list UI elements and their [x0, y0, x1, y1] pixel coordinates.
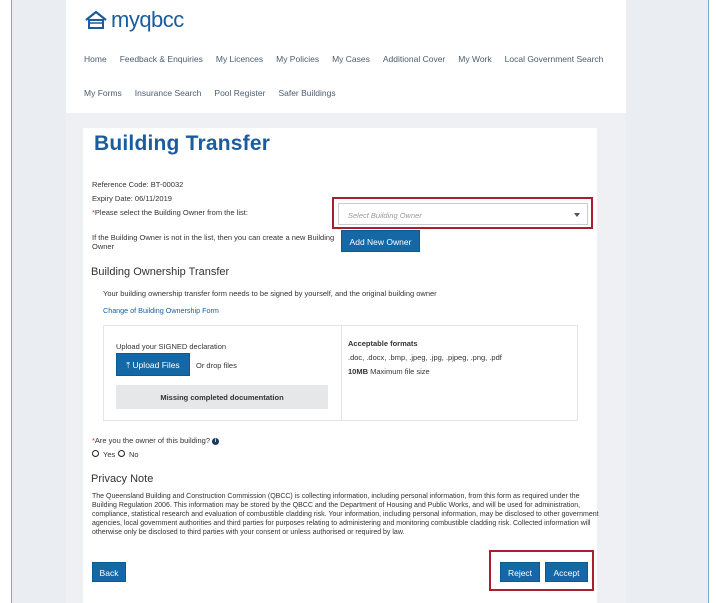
upload-files-button[interactable]: ⤒ Upload Files: [116, 353, 190, 376]
nav-my-licences[interactable]: My Licences: [216, 54, 263, 64]
formats-heading: Acceptable formats: [348, 339, 418, 348]
not-in-list-text-2: Owner: [92, 242, 115, 251]
owner-no-label[interactable]: No: [129, 450, 139, 459]
nav-home[interactable]: Home: [84, 54, 107, 64]
privacy-text: The Queensland Building and Construction…: [92, 493, 599, 537]
main-nav-row-2: My Forms Insurance Search Pool Register …: [84, 88, 349, 98]
ownership-description: Your building ownership transfer form ne…: [103, 289, 437, 298]
owner-no-radio[interactable]: [118, 450, 125, 457]
nav-insurance-search[interactable]: Insurance Search: [135, 88, 202, 98]
privacy-heading: Privacy Note: [91, 473, 154, 485]
house-logo-icon: [85, 11, 107, 29]
formats-list: .doc, .docx, .bmp, .jpeg, .jpg, .pjpeg, …: [348, 353, 502, 362]
add-new-owner-button[interactable]: Add New Owner: [341, 230, 420, 252]
owner-yes-label[interactable]: Yes: [103, 450, 115, 459]
reference-code: Reference Code: BT-00032: [92, 180, 184, 189]
expiry-date: Expiry Date: 06/11/2019: [92, 194, 172, 203]
owner-yes-radio[interactable]: [92, 450, 99, 457]
upload-label: Upload your SIGNED declaration: [116, 342, 227, 351]
nav-pool-register[interactable]: Pool Register: [214, 88, 265, 98]
nav-feedback[interactable]: Feedback & Enquiries: [120, 54, 203, 64]
nav-my-policies[interactable]: My Policies: [276, 54, 319, 64]
back-button[interactable]: Back: [92, 562, 126, 582]
nav-safer-buildings[interactable]: Safer Buildings: [278, 88, 335, 98]
page-title: Building Transfer: [94, 132, 271, 155]
owner-question-label: *Are you the owner of this building? i: [92, 436, 219, 445]
ownership-heading: Building Ownership Transfer: [91, 266, 230, 278]
main-nav-row-1: Home Feedback & Enquiries My Licences My…: [84, 54, 616, 64]
highlight-actions-outline: [489, 550, 594, 591]
nav-additional-cover[interactable]: Additional Cover: [383, 54, 445, 64]
brand-logo[interactable]: myqbcc: [85, 7, 184, 33]
nav-my-cases[interactable]: My Cases: [332, 54, 370, 64]
drop-files-text: Or drop files: [196, 361, 237, 370]
brand-name: myqbcc: [111, 7, 184, 32]
nav-my-work[interactable]: My Work: [458, 54, 491, 64]
max-size-note: 10MB Maximum file size: [348, 367, 430, 376]
owner-select-label: *Please select the Building Owner from t…: [92, 208, 248, 217]
highlight-select-outline: [332, 197, 593, 229]
upload-icon: ⤒: [126, 360, 131, 370]
nav-local-government-search[interactable]: Local Government Search: [505, 54, 604, 64]
info-icon[interactable]: i: [212, 437, 219, 445]
missing-documentation-notice: Missing completed documentation: [116, 385, 328, 409]
not-in-list-text-1: If the Building Owner is not in the list…: [92, 233, 335, 242]
change-ownership-form-link[interactable]: Change of Building Ownership Form: [103, 306, 219, 315]
nav-my-forms[interactable]: My Forms: [84, 88, 122, 98]
